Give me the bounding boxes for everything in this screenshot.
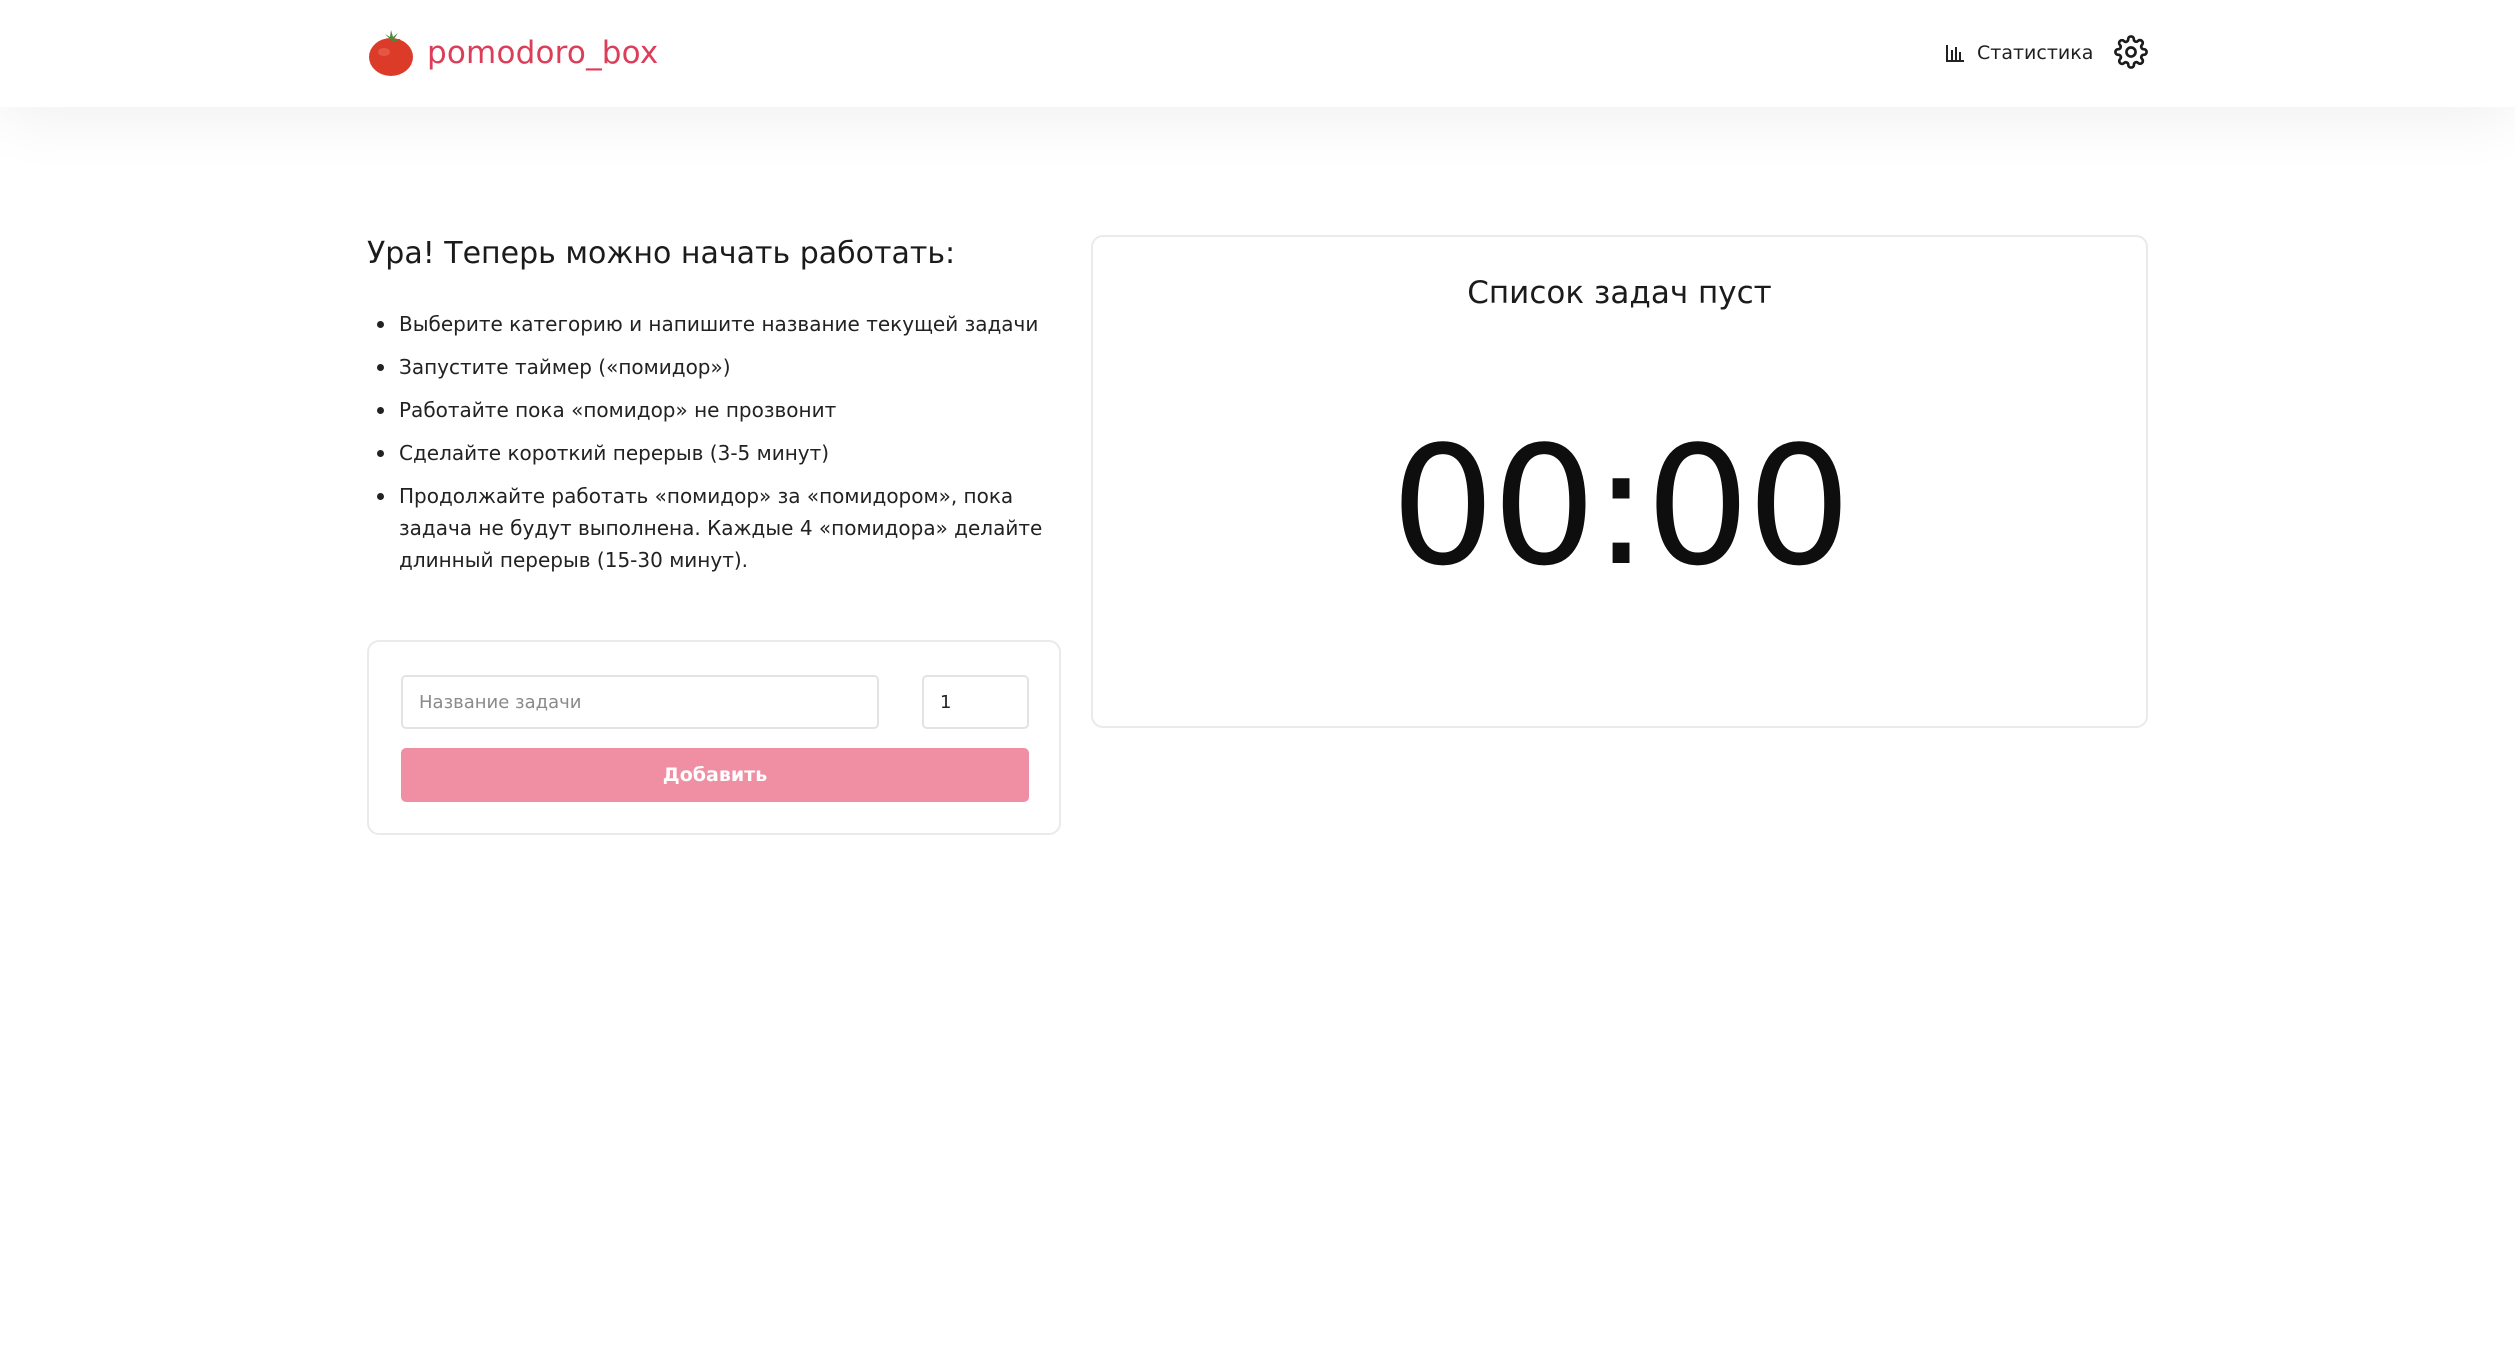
add-task-form: Добавить (367, 640, 1061, 835)
task-name-input[interactable] (401, 675, 879, 729)
app-header: pomodoro_box Статистика (0, 0, 2515, 107)
list-item: Выберите категорию и напишите название т… (367, 308, 1067, 340)
pomodoro-count-input[interactable] (922, 675, 1029, 729)
statistics-link[interactable]: Статистика (1944, 38, 2093, 68)
statistics-label: Статистика (1977, 42, 2094, 64)
gear-icon (2114, 35, 2148, 69)
list-item: Продолжайте работать «помидор» за «помид… (367, 480, 1067, 576)
bar-chart-icon (1946, 45, 1964, 62)
empty-task-list-title: Список задач пуст (1467, 275, 1772, 311)
tomato-icon (369, 30, 413, 76)
timer-panel: Список задач пуст 00:00 (1091, 235, 2148, 728)
logo[interactable]: pomodoro_box (367, 28, 658, 78)
list-item: Сделайте короткий перерыв (3-5 минут) (367, 437, 1067, 469)
settings-button[interactable] (2114, 35, 2148, 69)
logo-text: pomodoro_box (427, 35, 659, 71)
add-task-button[interactable]: Добавить (401, 748, 1029, 802)
timer-display: 00:00 (1390, 411, 1852, 602)
list-item: Запустите таймер («помидор») (367, 351, 1067, 383)
instructions-list: Выберите категорию и напишите название т… (367, 308, 1067, 587)
list-item: Работайте пока «помидор» не прозвонит (367, 394, 1067, 426)
intro-title: Ура! Теперь можно начать работать: (367, 236, 956, 271)
